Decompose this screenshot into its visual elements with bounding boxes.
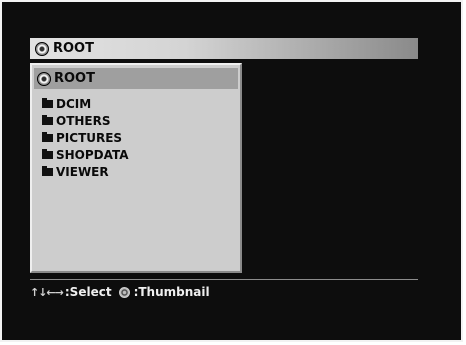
folder-icon bbox=[42, 166, 53, 176]
folder-item-dcim[interactable]: DCIM bbox=[42, 95, 129, 112]
select-hint: :Select bbox=[64, 285, 112, 299]
folder-item-shopdata[interactable]: SHOPDATA bbox=[42, 146, 129, 163]
folder-icon bbox=[42, 132, 53, 142]
folder-icon bbox=[42, 115, 53, 125]
folder-item-others[interactable]: OTHERS bbox=[42, 112, 129, 129]
button-guide: ↑↓←→ :Select :Thumbnail bbox=[30, 285, 210, 299]
folder-icon bbox=[42, 98, 53, 108]
tv-screen: ROOT ROOT DCIM OTHERS PICTURES SHOPDATA bbox=[0, 0, 463, 342]
title-text: ROOT bbox=[53, 41, 94, 56]
folder-label: PICTURES bbox=[56, 130, 123, 145]
folder-panel: ROOT DCIM OTHERS PICTURES SHOPDATA VIEWE… bbox=[30, 63, 242, 273]
folder-list: DCIM OTHERS PICTURES SHOPDATA VIEWER bbox=[42, 95, 129, 180]
folder-label: OTHERS bbox=[56, 113, 111, 128]
folder-item-pictures[interactable]: PICTURES bbox=[42, 129, 129, 146]
enter-button-icon bbox=[118, 286, 130, 298]
folder-icon bbox=[42, 149, 53, 159]
folder-item-viewer[interactable]: VIEWER bbox=[42, 163, 129, 180]
disc-icon bbox=[35, 41, 49, 56]
folder-label: DCIM bbox=[56, 96, 92, 111]
footer-divider bbox=[30, 279, 418, 280]
disc-icon bbox=[37, 71, 51, 86]
arrow-keys-icon: ↑↓←→ bbox=[30, 285, 64, 299]
root-label: ROOT bbox=[54, 71, 95, 86]
root-item[interactable]: ROOT bbox=[34, 68, 238, 89]
folder-label: VIEWER bbox=[56, 164, 109, 179]
folder-label: SHOPDATA bbox=[56, 147, 129, 162]
thumbnail-hint: :Thumbnail bbox=[133, 285, 210, 299]
title-bar: ROOT bbox=[30, 38, 418, 59]
